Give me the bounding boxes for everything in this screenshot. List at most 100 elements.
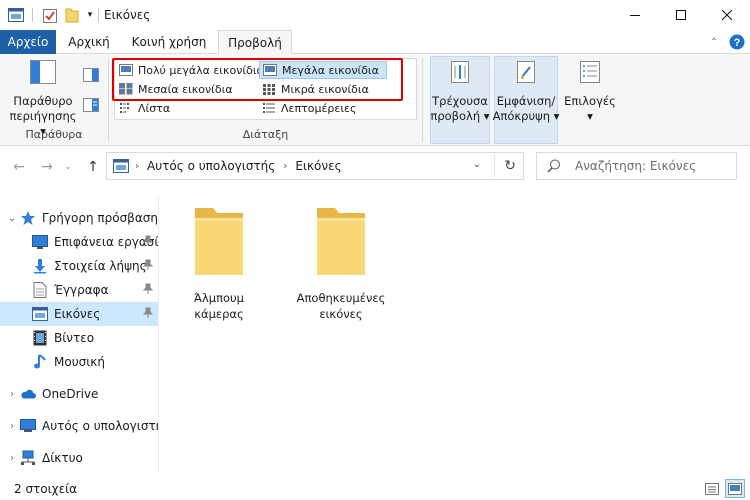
show-hide-label-2: Απόκρυψη ▾ bbox=[492, 109, 560, 123]
ribbon-divider bbox=[108, 58, 109, 142]
options-label: Επιλογές bbox=[564, 94, 616, 108]
folder-item[interactable]: Αποθηκευμένες εικόνες bbox=[286, 204, 396, 322]
details-pane-icon[interactable] bbox=[83, 98, 99, 112]
navigation-pane-label: Παράθυρο bbox=[13, 94, 73, 108]
search-icon bbox=[547, 159, 560, 173]
show-hide-button[interactable]: Εμφάνιση/ Απόκρυψη ▾ bbox=[492, 58, 560, 124]
nav-music[interactable]: Μουσική bbox=[0, 350, 158, 374]
folder-icon bbox=[195, 208, 243, 275]
folder-label: Αποθηκευμένες εικόνες bbox=[296, 291, 386, 321]
details-view-icon bbox=[705, 483, 719, 495]
download-icon bbox=[32, 258, 48, 274]
nav-network[interactable]: › Δίκτυο bbox=[0, 446, 158, 470]
pane-splitter[interactable] bbox=[158, 196, 159, 472]
large-icons-view-icon bbox=[728, 482, 742, 495]
current-view-button[interactable]: Τρέχουσα προβολή ▾ bbox=[430, 58, 490, 124]
layout-list[interactable]: Λίστα bbox=[119, 99, 259, 117]
title-bar: ▾ Εικόνες bbox=[0, 0, 750, 30]
video-icon bbox=[32, 330, 48, 346]
explorer-window-icon[interactable] bbox=[8, 6, 24, 24]
new-folder-icon[interactable] bbox=[64, 6, 80, 24]
show-hide-label: Εμφάνιση/ bbox=[496, 94, 556, 108]
chevron-right-icon: › bbox=[10, 452, 14, 464]
nav-onedrive[interactable]: › OneDrive bbox=[0, 382, 158, 406]
large-icons-view-button[interactable] bbox=[725, 479, 745, 498]
refresh-icon[interactable]: ↻ bbox=[504, 158, 516, 174]
forward-button[interactable]: → bbox=[38, 158, 56, 176]
quick-access-divider bbox=[32, 8, 33, 22]
folder-item[interactable]: Άλμπουμ κάμερας bbox=[164, 204, 274, 322]
back-button[interactable]: ← bbox=[10, 158, 28, 176]
breadcrumb-this-pc[interactable]: Αυτός ο υπολογιστής bbox=[147, 159, 275, 173]
ribbon-divider-2 bbox=[422, 58, 423, 142]
nav-desktop[interactable]: Επιφάνεια εργασίας bbox=[0, 230, 158, 254]
tab-home[interactable]: Αρχική bbox=[60, 30, 118, 54]
address-divider bbox=[494, 155, 495, 177]
tab-file[interactable]: Αρχείο bbox=[0, 30, 56, 54]
pictures-folder-icon bbox=[113, 159, 129, 173]
back-arrow-icon: ← bbox=[13, 159, 25, 175]
svg-text:?: ? bbox=[734, 37, 741, 49]
folder-icon bbox=[317, 208, 365, 275]
navigation-pane-icon bbox=[30, 60, 56, 84]
title-divider bbox=[98, 8, 99, 22]
navigation-pane-button[interactable]: Παράθυρο περιήγησης ▾ bbox=[8, 58, 78, 139]
search-box[interactable]: Αναζήτηση: Εικόνες bbox=[536, 152, 737, 180]
help-icon: ? bbox=[729, 34, 745, 50]
star-icon bbox=[20, 210, 36, 226]
maximize-button[interactable] bbox=[658, 0, 704, 30]
tab-share[interactable]: Κοινή χρήση bbox=[124, 30, 214, 54]
recent-locations-button[interactable]: ⌄ bbox=[62, 158, 74, 176]
pin-icon bbox=[142, 235, 154, 246]
up-arrow-icon: ↑ bbox=[87, 159, 99, 175]
search-placeholder: Αναζήτηση: Εικόνες bbox=[575, 159, 697, 173]
details-view-button[interactable] bbox=[704, 481, 720, 497]
close-icon bbox=[721, 9, 733, 21]
help-button[interactable]: ? bbox=[729, 34, 745, 50]
minimize-icon bbox=[630, 15, 640, 16]
pictures-icon bbox=[32, 306, 48, 322]
properties-icon[interactable] bbox=[42, 6, 58, 24]
address-bar[interactable]: › Αυτός ο υπολογιστής › Εικόνες ⌄ ↻ bbox=[106, 152, 524, 180]
current-view-label-2: προβολή ▾ bbox=[430, 109, 490, 123]
preview-pane-icon[interactable] bbox=[83, 68, 99, 82]
status-bar: 2 στοιχεία bbox=[0, 478, 750, 500]
nav-quick-access[interactable]: ⌄ Γρήγορη πρόσβαση bbox=[0, 206, 158, 230]
customize-toolbar-icon[interactable]: ▾ bbox=[84, 6, 96, 24]
details-icon bbox=[263, 103, 275, 113]
breadcrumb-separator-icon: › bbox=[135, 160, 139, 172]
layout-details[interactable]: Λεπτομέρειες bbox=[262, 99, 390, 117]
current-view-label: Τρέχουσα bbox=[432, 94, 488, 108]
highlight-box bbox=[112, 58, 403, 101]
expand-chevron-icon: ⌄ bbox=[7, 212, 17, 224]
chevron-right-icon: › bbox=[10, 388, 14, 400]
navigation-pane: ⌄ Γρήγορη πρόσβαση Επιφάνεια εργασίας Στ… bbox=[0, 196, 158, 472]
window-title: Εικόνες bbox=[104, 8, 151, 22]
tab-view[interactable]: Προβολή bbox=[218, 30, 292, 55]
nav-videos[interactable]: Βίντεο bbox=[0, 326, 158, 350]
breadcrumb-pictures[interactable]: Εικόνες bbox=[295, 159, 341, 173]
nav-documents[interactable]: Έγγραφα bbox=[0, 278, 158, 302]
options-button[interactable]: Επιλογές ▾ bbox=[562, 58, 618, 124]
minimize-button[interactable] bbox=[612, 0, 658, 30]
cloud-icon bbox=[20, 386, 36, 402]
options-dropdown-icon: ▾ bbox=[587, 109, 593, 123]
nav-downloads[interactable]: Στοιχεία λήψης bbox=[0, 254, 158, 278]
close-button[interactable] bbox=[704, 0, 750, 30]
options-icon bbox=[580, 61, 600, 83]
item-count: 2 στοιχεία bbox=[14, 482, 78, 496]
computer-icon bbox=[20, 418, 36, 434]
nav-pictures[interactable]: Εικόνες bbox=[0, 302, 158, 326]
desktop-icon bbox=[32, 234, 48, 250]
up-button[interactable]: ↑ bbox=[84, 158, 102, 176]
pin-icon bbox=[142, 307, 154, 318]
document-icon bbox=[32, 282, 48, 298]
address-history-chevron-icon[interactable]: ⌄ bbox=[473, 159, 481, 170]
ribbon-tabs: Αρχείο Αρχική Κοινή χρήση Προβολή ⌃ ? bbox=[0, 30, 750, 55]
layout-group-label: Διάταξη bbox=[242, 128, 289, 141]
music-icon bbox=[32, 354, 48, 370]
chevron-right-icon: › bbox=[10, 420, 14, 432]
pin-icon bbox=[142, 259, 154, 270]
nav-this-pc[interactable]: › Αυτός ο υπολογιστής bbox=[0, 414, 158, 438]
collapse-ribbon-icon[interactable]: ⌃ bbox=[706, 34, 722, 50]
